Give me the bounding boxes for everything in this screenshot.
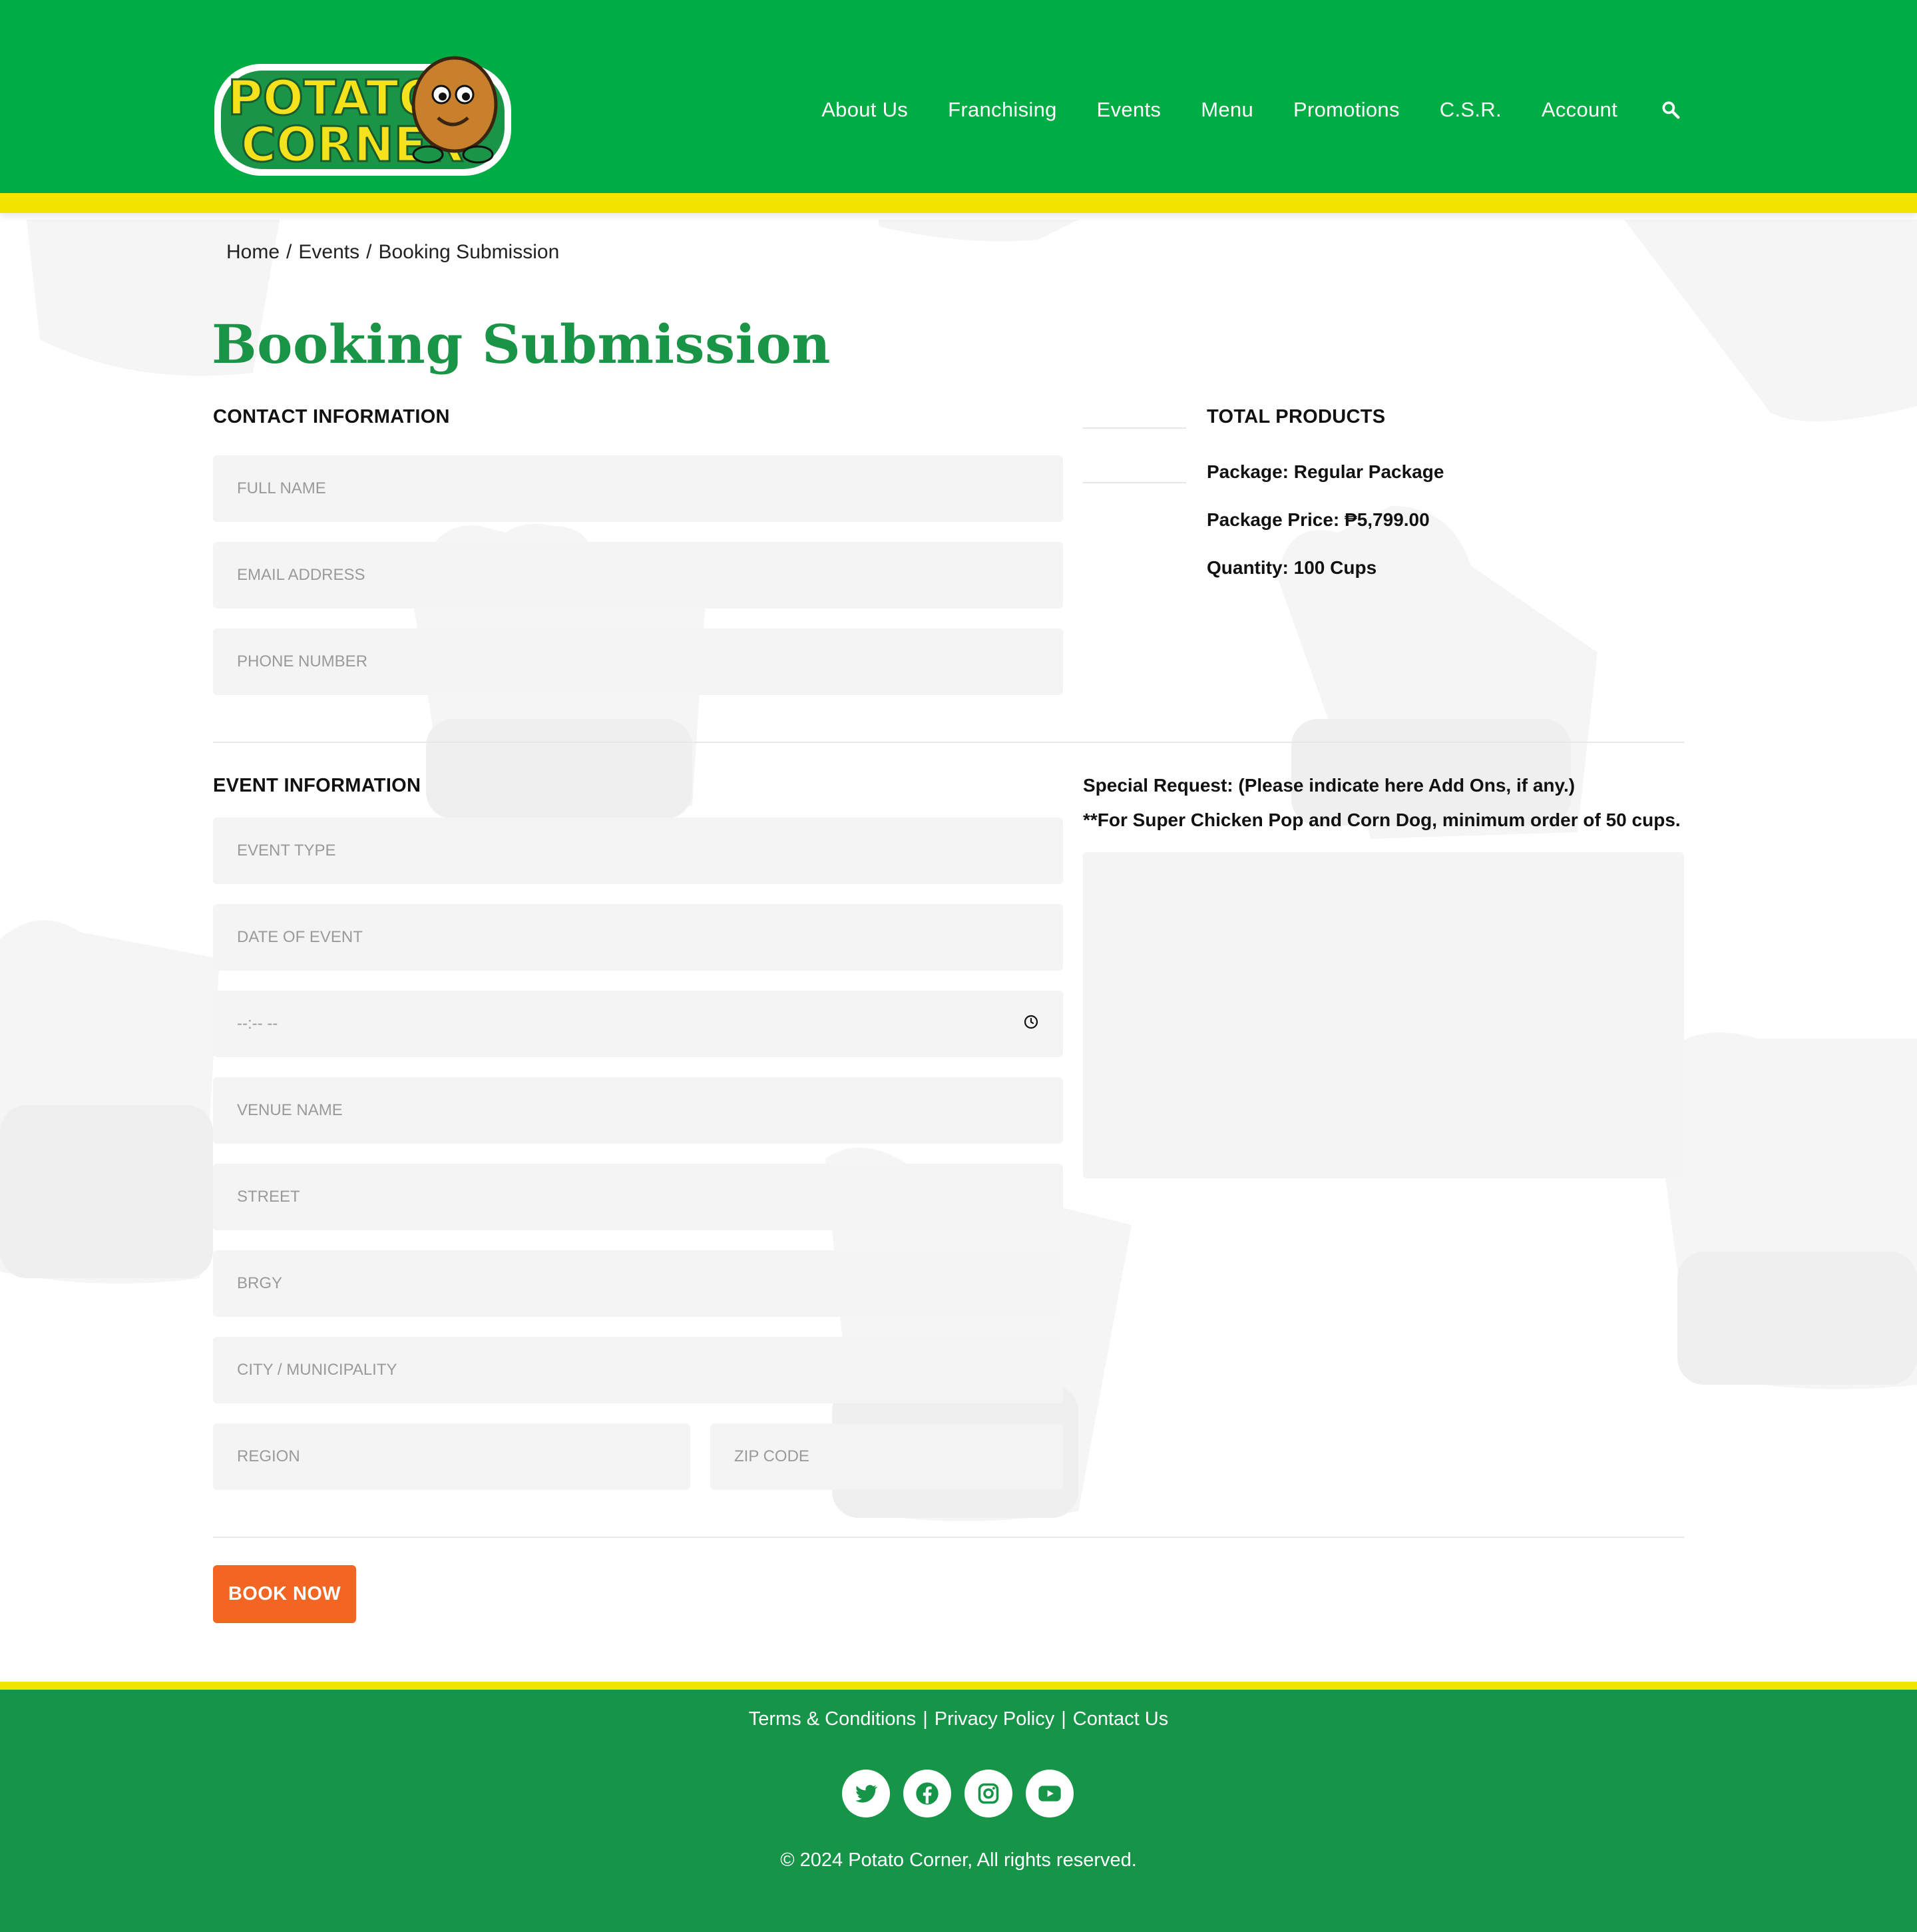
breadcrumb-separator: /	[366, 241, 372, 263]
footer-separator: |	[923, 1708, 928, 1730]
nav-franchising[interactable]: Franchising	[948, 98, 1057, 122]
package-name: Package: Regular Package	[1207, 461, 1444, 482]
nav-events[interactable]: Events	[1097, 98, 1162, 122]
breadcrumb-current: Booking Submission	[378, 241, 560, 263]
special-request-label: Special Request: (Please indicate here A…	[1083, 775, 1576, 796]
venue-name-input[interactable]	[213, 1077, 1063, 1144]
header-yellow-stripe	[0, 193, 1917, 213]
page-title: Booking Submission	[212, 313, 831, 375]
instagram-icon[interactable]	[964, 1770, 1012, 1817]
potato-corner-logo[interactable]: POTATO CORNER	[212, 41, 525, 180]
footer-links: Terms & Conditions | Privacy Policy | Contac…	[0, 1708, 1917, 1730]
main-nav: About Us Franchising Events Menu Promoti…	[781, 90, 1684, 130]
region-input[interactable]	[213, 1423, 690, 1490]
street-input[interactable]	[213, 1164, 1063, 1230]
privacy-link[interactable]: Privacy Policy	[935, 1708, 1055, 1730]
brgy-input[interactable]	[213, 1250, 1063, 1317]
special-request-textarea[interactable]	[1083, 852, 1684, 1178]
event-information-heading: EVENT INFORMATION	[213, 775, 421, 796]
total-products-heading: TOTAL PRODUCTS	[1207, 406, 1386, 427]
facebook-icon[interactable]	[903, 1770, 951, 1817]
date-of-event-input[interactable]	[213, 904, 1063, 971]
breadcrumb-events[interactable]: Events	[298, 241, 359, 263]
section-divider	[213, 1537, 1684, 1538]
twitter-icon[interactable]	[842, 1770, 890, 1817]
city-municipality-input[interactable]	[213, 1337, 1063, 1403]
time-value: --:-- --	[237, 1015, 278, 1033]
nav-menu[interactable]: Menu	[1201, 98, 1253, 122]
youtube-icon[interactable]	[1026, 1770, 1074, 1817]
phone-number-input[interactable]	[213, 628, 1063, 695]
package-quantity: Quantity: 100 Cups	[1207, 557, 1377, 578]
copyright-text: © 2024 Potato Corner, All rights reserve…	[780, 1849, 1137, 1871]
nav-about-us[interactable]: About Us	[821, 98, 908, 122]
breadcrumb-separator: /	[286, 241, 292, 263]
book-now-button[interactable]: BOOK NOW	[213, 1565, 356, 1623]
social-links	[842, 1770, 1087, 1817]
footer-yellow-stripe	[0, 1682, 1917, 1690]
contact-link[interactable]: Contact Us	[1073, 1708, 1168, 1730]
summary-divider	[1083, 427, 1186, 429]
site-footer: Terms & Conditions | Privacy Policy | Contac…	[0, 1690, 1917, 1932]
clock-icon[interactable]	[1023, 1014, 1039, 1035]
site-header: POTATO CORNER About Us Franchising Event…	[0, 0, 1917, 193]
summary-divider	[1083, 482, 1186, 483]
event-type-input[interactable]	[213, 818, 1063, 884]
breadcrumb: Home / Events / Booking Submission	[226, 241, 559, 264]
booking-form-page: Home / Events / Booking Submission Booking S…	[0, 0, 1917, 1678]
nav-account[interactable]: Account	[1542, 98, 1617, 122]
full-name-input[interactable]	[213, 455, 1063, 522]
zip-code-input[interactable]	[710, 1423, 1063, 1490]
nav-promotions[interactable]: Promotions	[1293, 98, 1400, 122]
search-icon[interactable]	[1657, 97, 1684, 123]
breadcrumb-home[interactable]: Home	[226, 241, 280, 263]
contact-information-heading: CONTACT INFORMATION	[213, 406, 450, 427]
footer-separator: |	[1061, 1708, 1066, 1730]
terms-link[interactable]: Terms & Conditions	[749, 1708, 916, 1730]
time-of-event-input[interactable]: --:-- --	[213, 991, 1063, 1057]
email-address-input[interactable]	[213, 542, 1063, 608]
special-request-note: **For Super Chicken Pop and Corn Dog, mi…	[1083, 810, 1681, 830]
section-divider	[213, 742, 1684, 743]
nav-csr[interactable]: C.S.R.	[1440, 98, 1502, 122]
package-price: Package Price: ₱5,799.00	[1207, 509, 1430, 530]
